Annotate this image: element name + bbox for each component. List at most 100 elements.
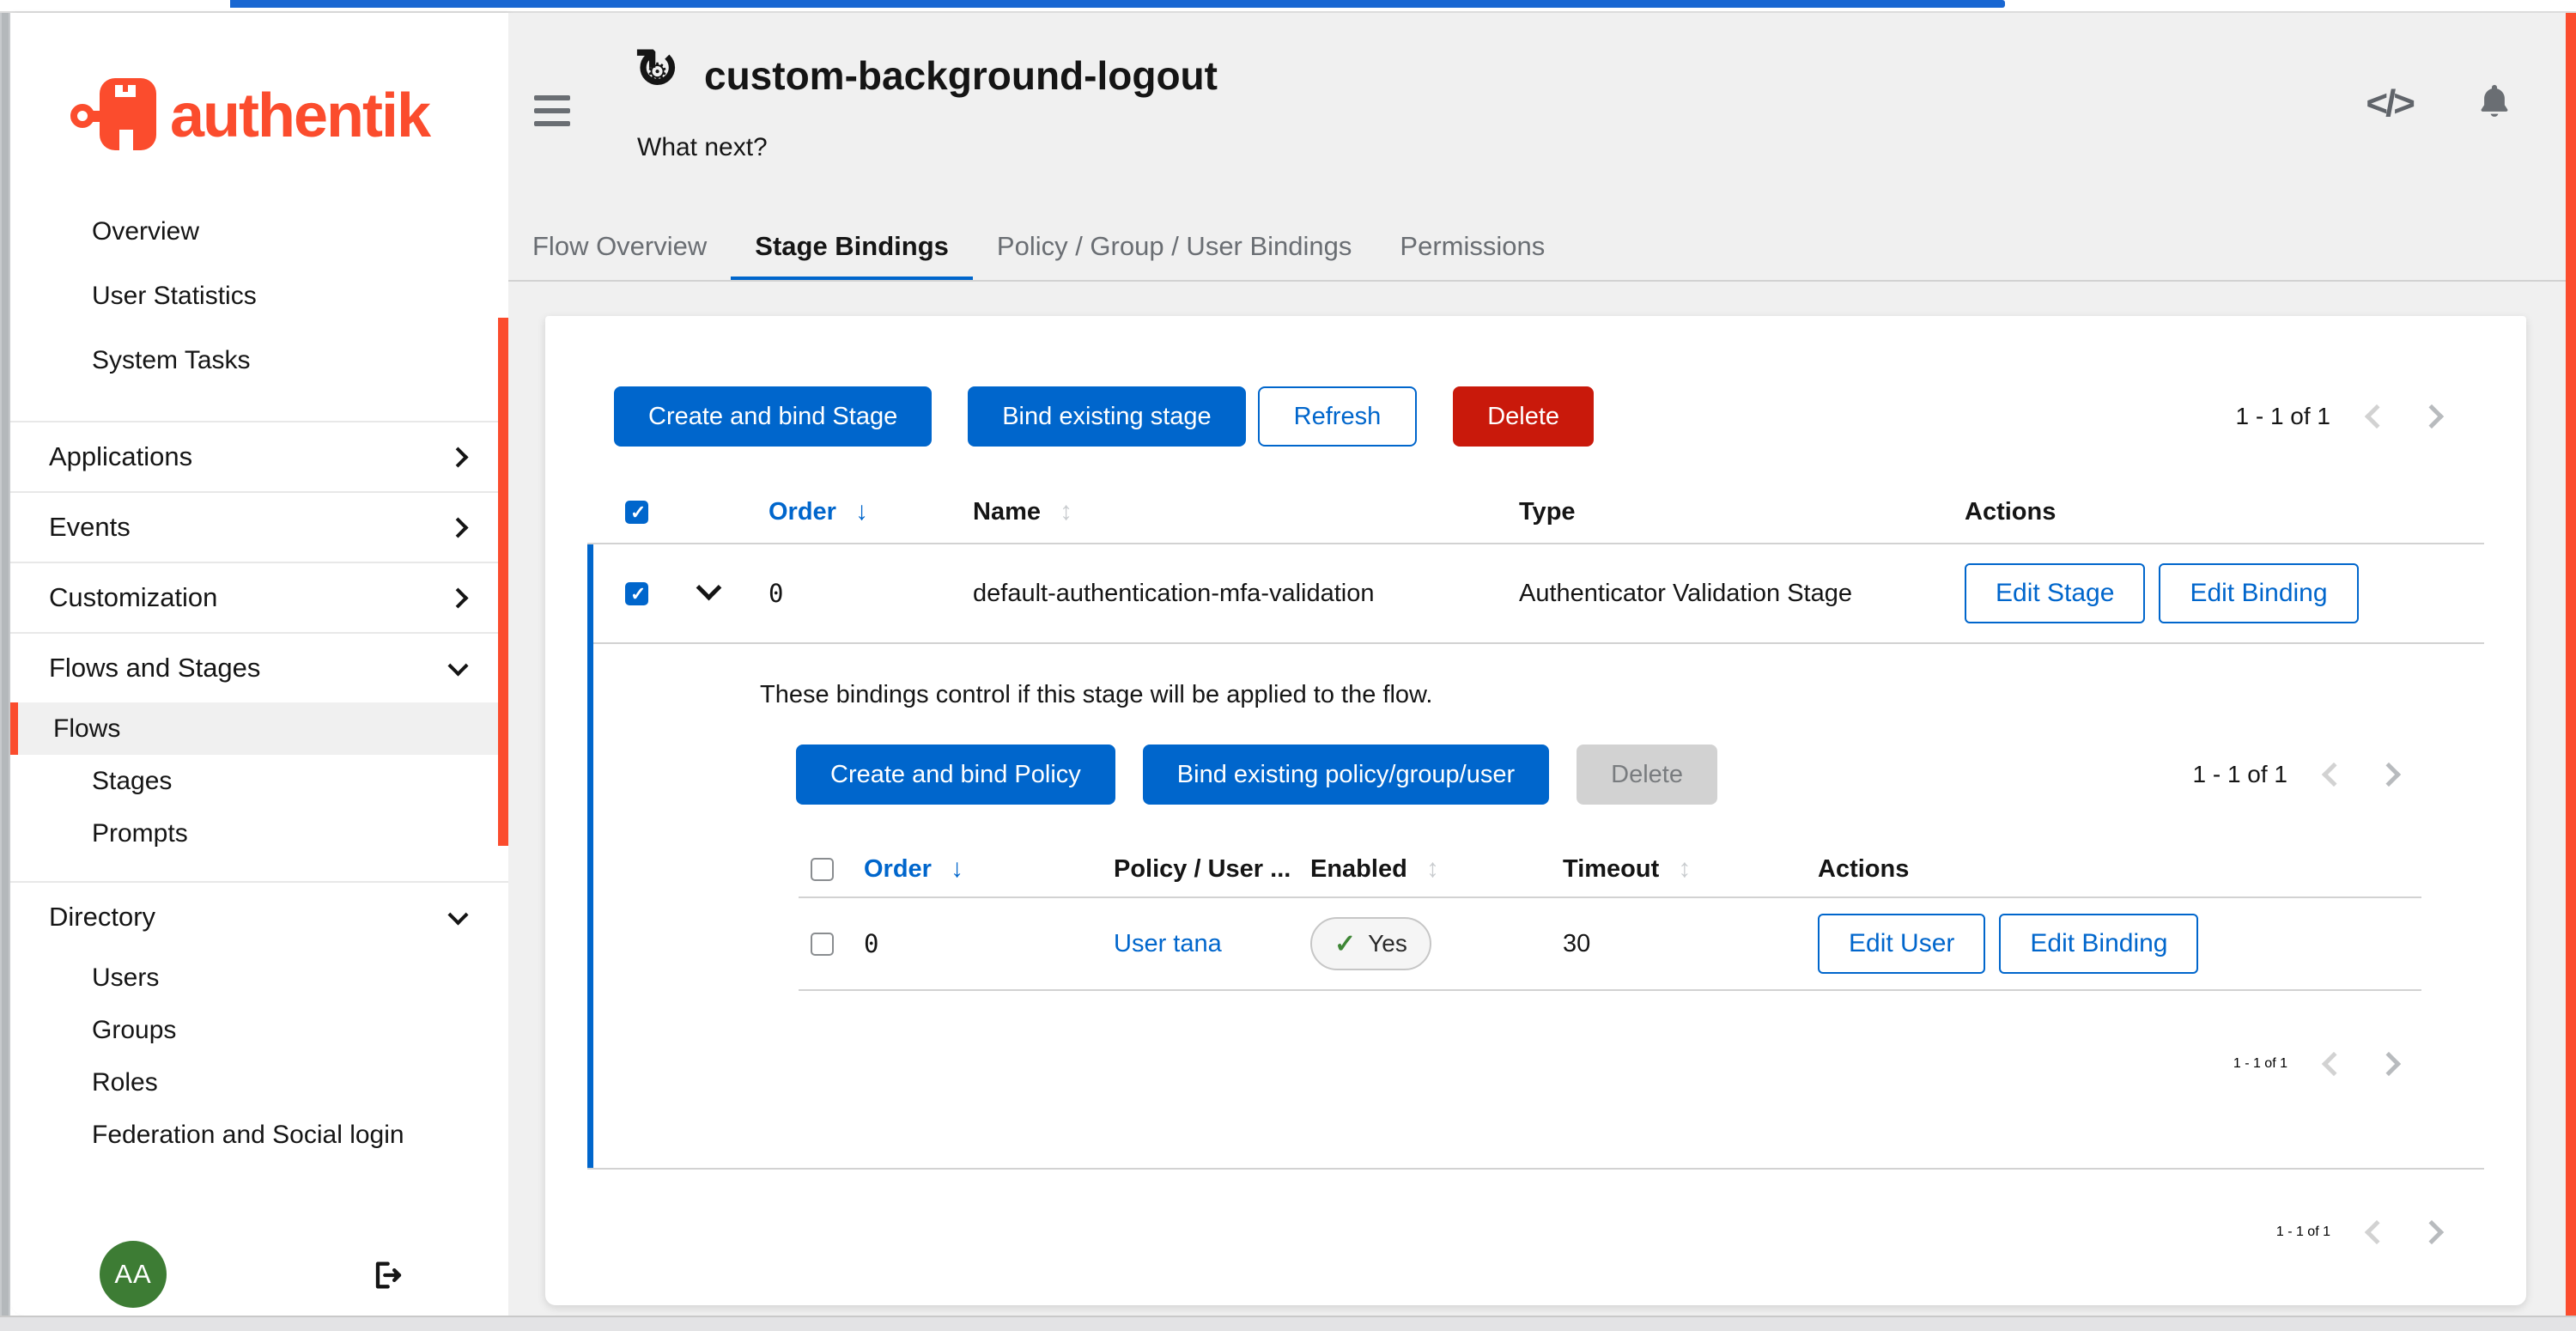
- flow-process-icon: ↻ ⚙: [634, 44, 683, 97]
- edit-binding-button[interactable]: Edit Binding: [1999, 914, 2198, 974]
- page-title: custom-background-logout: [704, 52, 1218, 99]
- pagination-next-icon[interactable]: [2377, 763, 2401, 787]
- column-order[interactable]: Order↓: [864, 854, 1114, 884]
- avatar[interactable]: AA: [100, 1241, 167, 1308]
- pagination-label: 1 - 1 of 1: [2233, 1056, 2287, 1072]
- enabled-badge: ✓Yes: [1310, 917, 1431, 970]
- chevron-down-icon: [447, 655, 468, 676]
- sidebar-item-system-tasks[interactable]: System Tasks: [10, 328, 508, 392]
- bind-existing-stage-button[interactable]: Bind existing stage: [968, 386, 1245, 447]
- sidebar-section-customization[interactable]: Customization: [10, 563, 508, 632]
- sort-icon: ↕: [1678, 854, 1691, 884]
- column-enabled[interactable]: Enabled↕: [1310, 854, 1563, 884]
- sidebar-item-groups[interactable]: Groups: [10, 1004, 508, 1056]
- sidebar-section-directory[interactable]: Directory: [10, 883, 508, 951]
- sort-icon: ↕: [1426, 854, 1439, 884]
- bind-existing-policy-button[interactable]: Bind existing policy/group/user: [1143, 745, 1549, 805]
- create-and-bind-stage-button[interactable]: Create and bind Stage: [614, 386, 932, 447]
- page-scrollbar-orange[interactable]: [2566, 13, 2576, 1316]
- browser-loading-bar: [230, 0, 2005, 8]
- sidebar: authentik Overview User Statistics Syste…: [10, 13, 508, 1316]
- logout-icon[interactable]: [369, 1258, 404, 1297]
- sidebar-item-roles[interactable]: Roles: [10, 1056, 508, 1109]
- cell-order: 0: [769, 579, 973, 608]
- api-code-icon[interactable]: </>: [2366, 82, 2413, 125]
- pagination-label: 1 - 1 of 1: [2192, 761, 2287, 788]
- select-all-checkbox[interactable]: [625, 501, 648, 524]
- column-policy-user: Policy / User ...: [1114, 855, 1310, 884]
- edit-stage-button[interactable]: Edit Stage: [1965, 563, 2145, 623]
- header-icons: </>: [2366, 82, 2514, 125]
- pagination-label: 1 - 1 of 1: [2276, 1225, 2330, 1240]
- sidebar-nav: Overview User Statistics System Tasks Ap…: [10, 199, 508, 1161]
- pagination-label: 1 - 1 of 1: [2235, 403, 2330, 430]
- divider: [587, 1168, 2484, 1170]
- column-actions: Actions: [1818, 855, 2421, 884]
- authentik-logo: authentik: [70, 73, 429, 159]
- sidebar-footer: AA: [10, 1239, 508, 1316]
- policy-table-row: 0 User tana ✓Yes 30 Edit User Edit Bindi…: [799, 898, 2421, 989]
- column-name[interactable]: Name↕: [973, 497, 1519, 526]
- select-all-checkbox[interactable]: [811, 858, 834, 881]
- create-and-bind-policy-button[interactable]: Create and bind Policy: [796, 745, 1115, 805]
- sidebar-item-federation-social-login[interactable]: Federation and Social login: [10, 1109, 508, 1161]
- column-order[interactable]: Order↓: [769, 497, 973, 526]
- sort-desc-icon: ↓: [855, 497, 868, 526]
- pagination-prev-icon[interactable]: [2365, 1220, 2389, 1244]
- page-subtitle: What next?: [637, 133, 768, 162]
- pagination-next-icon[interactable]: [2377, 1052, 2401, 1076]
- sidebar-item-user-statistics[interactable]: User Statistics: [10, 264, 508, 328]
- pagination-prev-icon[interactable]: [2322, 763, 2346, 787]
- refresh-button[interactable]: Refresh: [1258, 386, 1418, 447]
- user-link[interactable]: User tana: [1114, 930, 1222, 957]
- pagination-next-icon[interactable]: [2420, 1220, 2444, 1244]
- cell-timeout: 30: [1563, 930, 1818, 958]
- chevron-down-icon: [447, 904, 468, 925]
- row-checkbox[interactable]: [625, 582, 648, 605]
- sidebar-scrollbar-thumb[interactable]: [498, 318, 508, 846]
- check-icon: ✓: [1334, 929, 1356, 959]
- authentik-wordmark: authentik: [170, 81, 429, 151]
- sort-icon: ↕: [1060, 497, 1072, 526]
- cell-name: default-authentication-mfa-validation: [973, 580, 1519, 608]
- cell-type: Authenticator Validation Stage: [1519, 580, 1965, 608]
- column-timeout[interactable]: Timeout↕: [1563, 854, 1818, 884]
- chevron-right-icon: [447, 587, 468, 608]
- sidebar-item-flows[interactable]: Flows: [10, 702, 508, 755]
- delete-button[interactable]: Delete: [1453, 386, 1594, 447]
- edit-user-button[interactable]: Edit User: [1818, 914, 1985, 974]
- policy-table-header: Order↓ Policy / User ... Enabled↕ Timeou…: [799, 842, 2421, 896]
- window-bottom-strip: [0, 1316, 2576, 1331]
- tab-policy-group-user-bindings[interactable]: Policy / Group / User Bindings: [973, 216, 1376, 282]
- sidebar-item-stages[interactable]: Stages: [10, 755, 508, 807]
- tab-flow-overview[interactable]: Flow Overview: [508, 216, 731, 282]
- notifications-bell-icon[interactable]: [2475, 82, 2514, 125]
- pagination-next-icon[interactable]: [2420, 404, 2444, 428]
- pagination-policy-top: 1 - 1 of 1: [2192, 761, 2397, 788]
- expanded-row-indicator: [587, 544, 593, 1168]
- tab-permissions[interactable]: Permissions: [1376, 216, 1569, 282]
- hamburger-menu-icon[interactable]: [534, 95, 570, 126]
- sidebar-section-events[interactable]: Events: [10, 493, 508, 562]
- sidebar-item-overview[interactable]: Overview: [10, 199, 508, 264]
- sidebar-section-applications[interactable]: Applications: [10, 422, 508, 491]
- pagination-prev-icon[interactable]: [2365, 404, 2389, 428]
- chevron-right-icon: [447, 517, 468, 538]
- app-root: authentik Overview User Statistics Syste…: [0, 0, 2576, 1331]
- edit-binding-button[interactable]: Edit Binding: [2159, 563, 2358, 623]
- pagination-bottom: 1 - 1 of 1: [2276, 1212, 2440, 1252]
- column-actions: Actions: [1965, 498, 2484, 526]
- tab-stage-bindings[interactable]: Stage Bindings: [731, 216, 973, 282]
- pagination-policy-bottom: 1 - 1 of 1: [2233, 1044, 2397, 1084]
- pagination-prev-icon[interactable]: [2322, 1052, 2346, 1076]
- tabs-underline: [508, 280, 2566, 282]
- sidebar-item-prompts[interactable]: Prompts: [10, 807, 508, 860]
- row-checkbox[interactable]: [811, 933, 834, 956]
- row-expand-chevron-icon[interactable]: [696, 575, 722, 601]
- left-scrollbar-thumb[interactable]: [2, 13, 9, 1331]
- delete-policy-button[interactable]: Delete: [1577, 745, 1717, 805]
- sidebar-item-users[interactable]: Users: [10, 951, 508, 1004]
- authentik-logo-icon: [70, 73, 165, 159]
- left-window-scrollbar[interactable]: [0, 13, 10, 1331]
- sidebar-section-flows-and-stages[interactable]: Flows and Stages: [10, 634, 508, 702]
